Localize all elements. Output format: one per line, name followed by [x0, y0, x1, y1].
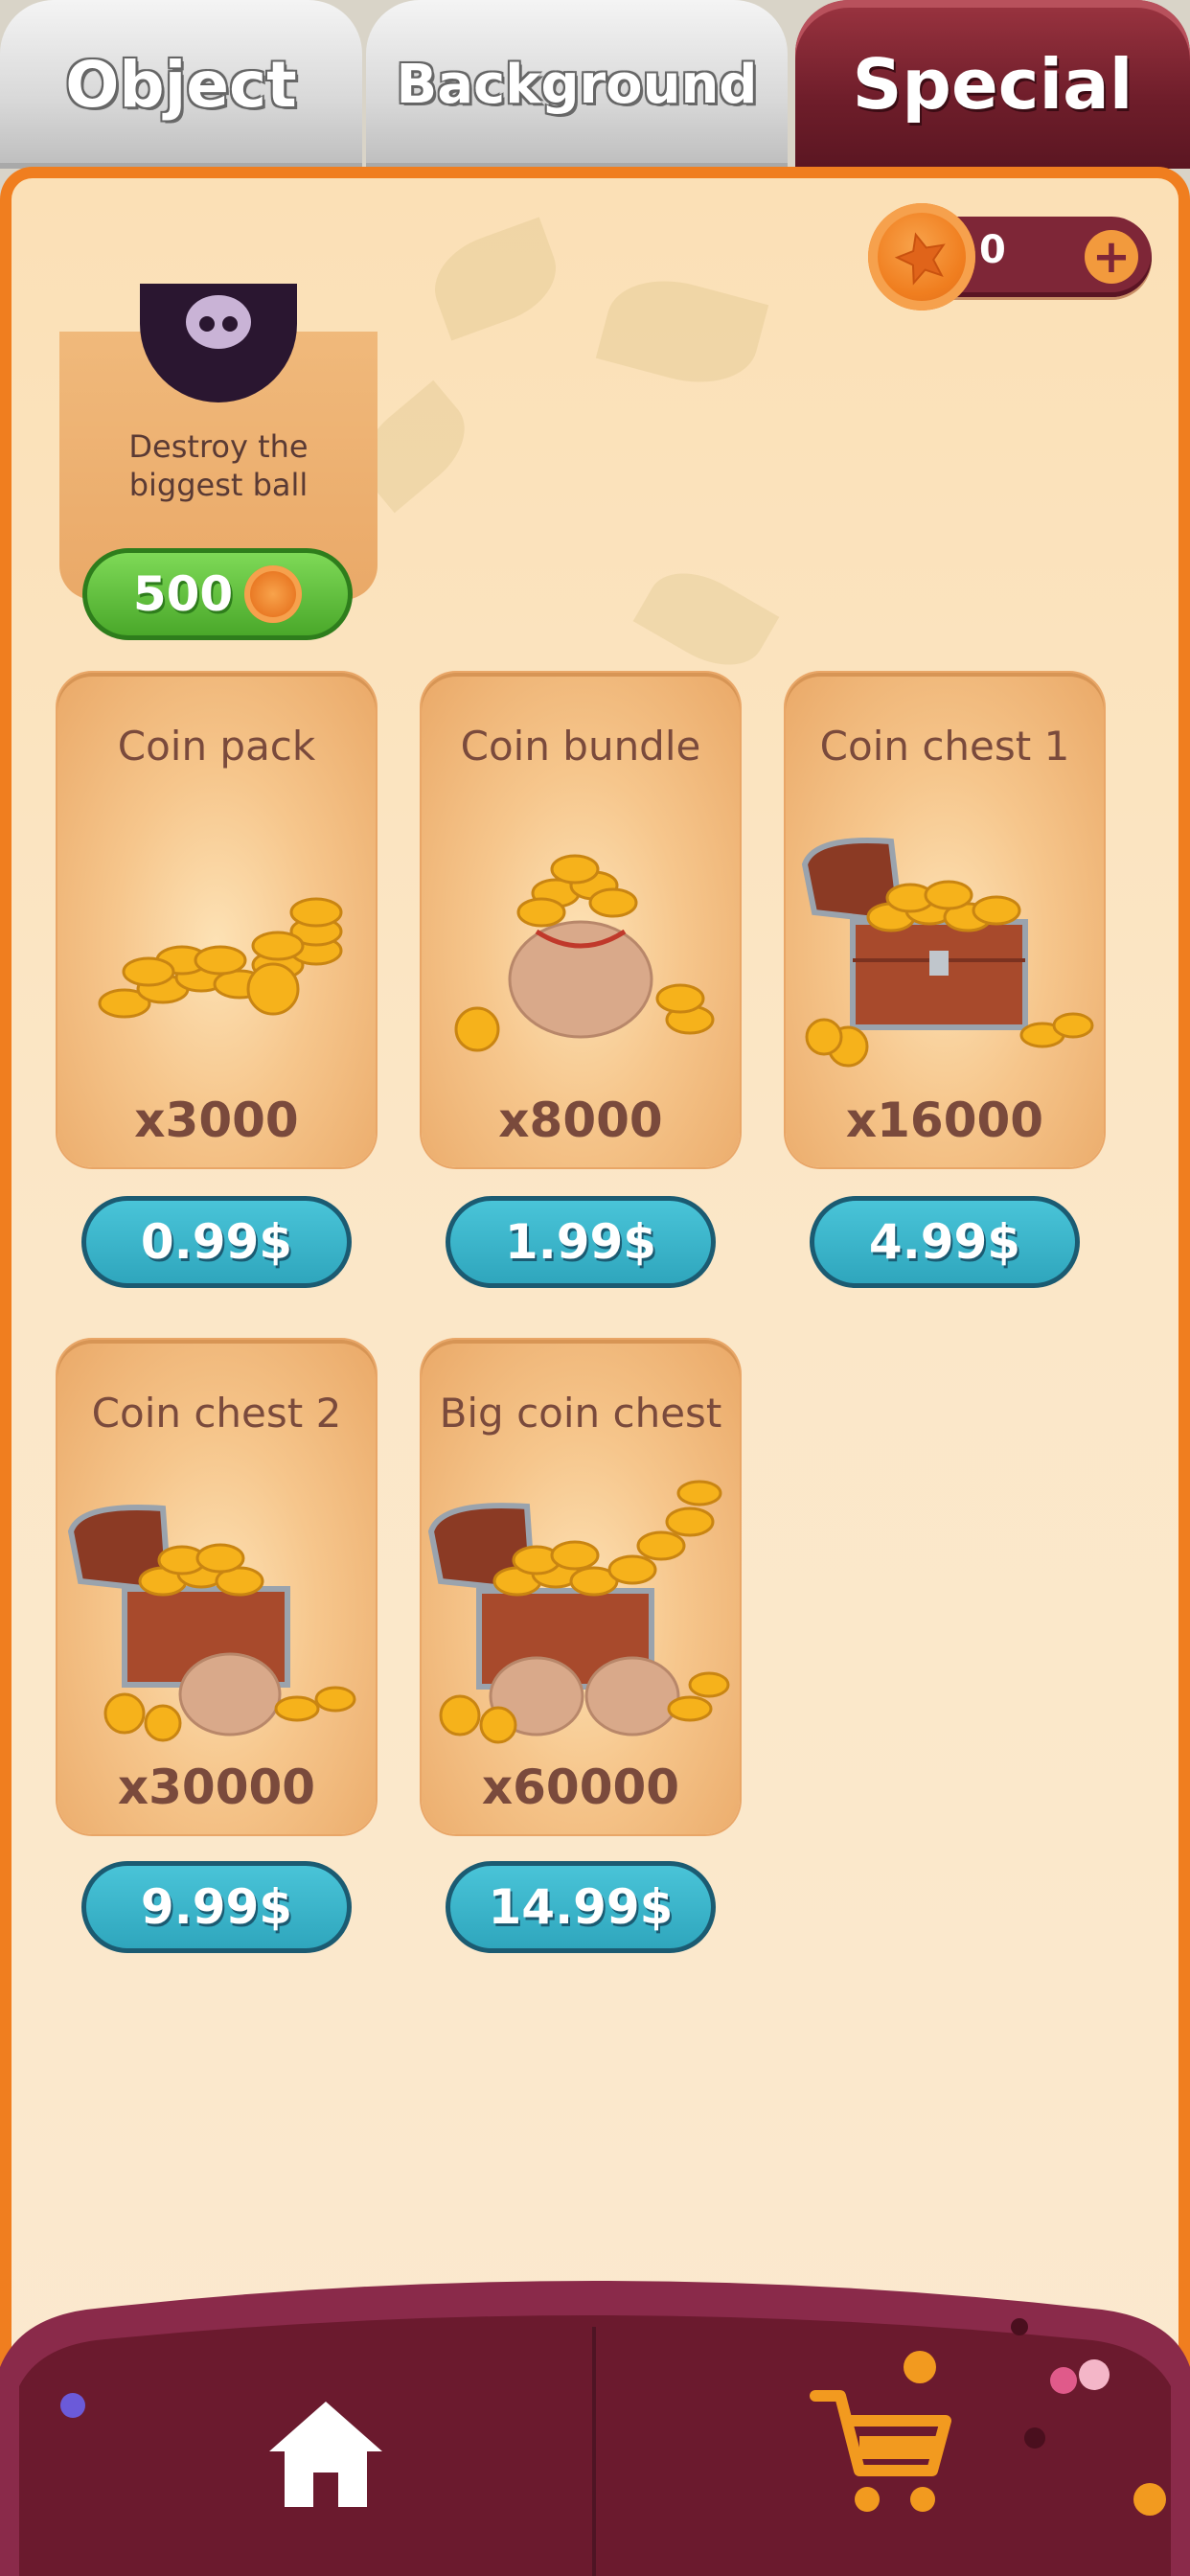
skull-icon: [140, 284, 297, 402]
shop-button[interactable]: [632, 2348, 1131, 2559]
cart-icon: [810, 2390, 951, 2512]
coin-pack-card[interactable]: Coin pack x3000: [57, 673, 376, 1167]
pack-quantity: x60000: [481, 1760, 680, 1815]
tab-object[interactable]: Object: [0, 0, 362, 169]
special-item-description: Destroy the biggest ball: [59, 427, 378, 504]
buy-coin-bundle-button[interactable]: 1.99$: [446, 1196, 716, 1288]
plus-icon: +: [1091, 230, 1132, 284]
pack-quantity: x8000: [498, 1092, 663, 1148]
buy-big-coin-chest-button[interactable]: 14.99$: [446, 1861, 716, 1953]
coin-chest-2-card[interactable]: Coin chest 2 x30000: [57, 1340, 376, 1834]
pack-quantity: x16000: [845, 1092, 1044, 1148]
pack-price: 1.99$: [504, 1214, 657, 1270]
nav-divider: [592, 2327, 596, 2576]
buy-coin-chest-2-button[interactable]: 9.99$: [81, 1861, 352, 1953]
pack-price: 14.99$: [488, 1879, 674, 1935]
pack-price: 0.99$: [140, 1214, 293, 1270]
tab-special[interactable]: Special: [795, 0, 1190, 169]
tab-special-label: Special: [852, 44, 1133, 125]
special-item-description-line: Destroy the: [128, 428, 309, 465]
tab-object-label: Object: [65, 47, 297, 122]
coin-icon: [868, 203, 975, 310]
pack-price: 9.99$: [140, 1879, 293, 1935]
coin-icon: [244, 565, 303, 623]
bottom-nav-bar: [0, 2262, 1190, 2576]
background-leaf: [422, 217, 569, 341]
coin-count: 0: [979, 228, 1006, 272]
pack-quantity: x30000: [117, 1760, 316, 1815]
tab-background-label: Background: [396, 53, 758, 116]
buy-coin-pack-button[interactable]: 0.99$: [81, 1196, 352, 1288]
coin-bundle-card[interactable]: Coin bundle x8000: [422, 673, 740, 1167]
pack-price: 4.99$: [868, 1214, 1021, 1270]
background-leaf: [595, 264, 769, 399]
special-item-price: 500: [132, 566, 234, 622]
add-coins-button[interactable]: +: [1085, 230, 1138, 284]
home-icon: [269, 2402, 382, 2507]
coin-counter: 0 +: [868, 203, 1152, 310]
pack-quantity: x3000: [134, 1092, 299, 1148]
big-coin-chest-card[interactable]: Big coin chest x60000: [422, 1340, 740, 1834]
coin-chest-1-card[interactable]: Coin chest 1 x16000: [786, 673, 1104, 1167]
home-button[interactable]: [77, 2348, 575, 2559]
buy-coin-chest-1-button[interactable]: 4.99$: [810, 1196, 1080, 1288]
tab-background[interactable]: Background: [366, 0, 788, 169]
background-leaf: [632, 554, 780, 684]
special-item-description-line: biggest ball: [128, 467, 309, 503]
buy-special-item-button[interactable]: 500: [82, 548, 353, 640]
